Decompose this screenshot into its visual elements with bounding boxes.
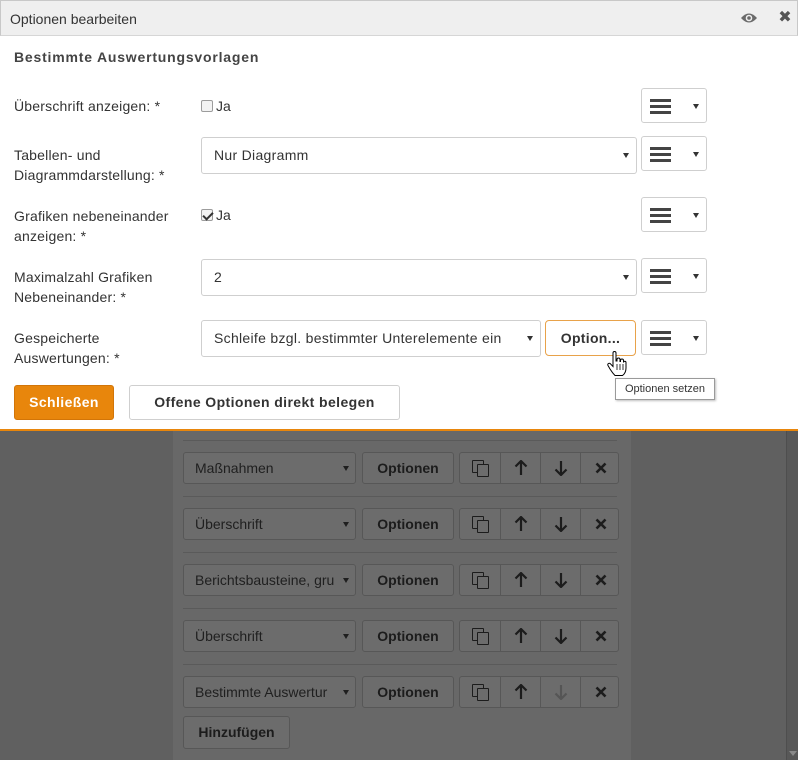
scroll-down-arrow-icon[interactable] <box>789 751 797 756</box>
delete-icon[interactable] <box>580 621 620 651</box>
row-divider <box>183 496 617 497</box>
options-button[interactable]: Optionen <box>362 508 454 540</box>
gespeicherte-select[interactable]: Schleife bzgl. bestimmter Unterelemente … <box>201 320 541 357</box>
row-action-group <box>459 620 619 652</box>
copy-icon[interactable] <box>460 621 500 651</box>
checkbox-icon[interactable] <box>201 100 213 112</box>
element-type-select[interactable]: Überschrift <box>183 620 356 652</box>
field-menu-button[interactable] <box>641 320 707 355</box>
delete-icon[interactable] <box>580 453 620 483</box>
chevron-down-icon <box>693 274 699 279</box>
arrow-down-icon[interactable] <box>540 621 580 651</box>
field-menu-button[interactable] <box>641 197 707 232</box>
copy-icon[interactable] <box>460 565 500 595</box>
options-button[interactable]: Optionen <box>362 452 454 484</box>
tooltip: Optionen setzen <box>615 378 715 400</box>
row-action-group <box>459 508 619 540</box>
label-gespeicherte: Gespeicherte Auswertungen: * <box>14 330 120 366</box>
section-title: Bestimmte Auswertungsvorlagen <box>14 49 260 65</box>
page-scrollbar[interactable] <box>786 431 798 760</box>
arrow-down-icon[interactable] <box>540 565 580 595</box>
row-action-group <box>459 564 619 596</box>
delete-icon[interactable] <box>580 565 620 595</box>
checkbox-grafiken[interactable]: Ja <box>201 205 231 225</box>
copy-icon[interactable] <box>460 509 500 539</box>
row-divider <box>183 664 617 665</box>
element-type-select[interactable]: Bestimmte Auswertur <box>183 676 356 708</box>
chevron-down-icon <box>527 336 533 341</box>
add-button[interactable]: Hinzufügen <box>183 716 290 749</box>
checkbox-label: Ja <box>216 98 231 114</box>
chevron-down-icon <box>623 153 629 158</box>
delete-icon[interactable] <box>580 677 620 707</box>
arrow-down-icon[interactable] <box>540 509 580 539</box>
hamburger-icon <box>650 331 671 346</box>
chevron-down-icon <box>693 336 699 341</box>
chevron-down-icon <box>623 275 629 280</box>
arrow-up-icon[interactable] <box>500 621 540 651</box>
element-type-select[interactable]: Berichtsbausteine, gru <box>183 564 356 596</box>
options-button[interactable]: Optionen <box>362 676 454 708</box>
hamburger-icon <box>650 269 671 284</box>
field-menu-button[interactable] <box>641 136 707 171</box>
chevron-down-icon <box>693 104 699 109</box>
arrow-up-icon[interactable] <box>500 677 540 707</box>
delete-icon[interactable] <box>580 509 620 539</box>
element-type-select[interactable]: Maßnahmen <box>183 452 356 484</box>
fill-open-options-button[interactable]: Offene Optionen direkt belegen <box>129 385 400 420</box>
row-action-group <box>459 676 619 708</box>
options-button[interactable]: Optionen <box>362 620 454 652</box>
hamburger-icon <box>650 208 671 223</box>
row-action-group <box>459 452 619 484</box>
checkbox-checked-icon[interactable] <box>201 209 213 221</box>
hamburger-icon <box>650 147 671 162</box>
row-divider <box>183 608 617 609</box>
label-grafiken: Grafiken nebeneinander anzeigen: * <box>14 208 169 244</box>
chevron-down-icon <box>693 152 699 157</box>
hand-cursor-icon <box>607 351 627 376</box>
maximalzahl-select[interactable]: 2 <box>201 259 637 296</box>
field-menu-button[interactable] <box>641 258 707 293</box>
tabellen-select[interactable]: Nur Diagramm <box>201 137 637 174</box>
checkbox-label: Ja <box>216 207 231 223</box>
copy-icon[interactable] <box>460 677 500 707</box>
label-ueberschrift: Überschrift anzeigen: * <box>14 98 161 114</box>
close-icon[interactable]: ✖ <box>776 9 794 27</box>
eye-icon[interactable] <box>740 11 758 25</box>
options-button[interactable]: Optionen <box>362 564 454 596</box>
copy-icon[interactable] <box>460 453 500 483</box>
label-tabellen: Tabellen- und Diagrammdarstellung: * <box>14 147 165 183</box>
arrow-down-icon[interactable] <box>540 453 580 483</box>
row-divider <box>183 440 617 441</box>
checkbox-ueberschrift[interactable]: Ja <box>201 96 231 116</box>
arrow-down-icon[interactable] <box>540 677 580 707</box>
arrow-up-icon[interactable] <box>500 453 540 483</box>
dialog-titlebar: Optionen bearbeiten ✖ <box>0 0 798 36</box>
field-menu-button[interactable] <box>641 88 707 123</box>
arrow-up-icon[interactable] <box>500 509 540 539</box>
label-maximalzahl: Maximalzahl Grafiken Nebeneinander: * <box>14 269 153 305</box>
arrow-up-icon[interactable] <box>500 565 540 595</box>
element-type-select[interactable]: Überschrift <box>183 508 356 540</box>
row-divider <box>183 552 617 553</box>
chevron-down-icon <box>693 213 699 218</box>
dialog-title: Optionen bearbeiten <box>10 11 137 27</box>
close-button[interactable]: Schließen <box>14 385 114 420</box>
hamburger-icon <box>650 99 671 114</box>
options-dialog: Optionen bearbeiten ✖ Bestimmte Auswertu… <box>0 0 798 431</box>
